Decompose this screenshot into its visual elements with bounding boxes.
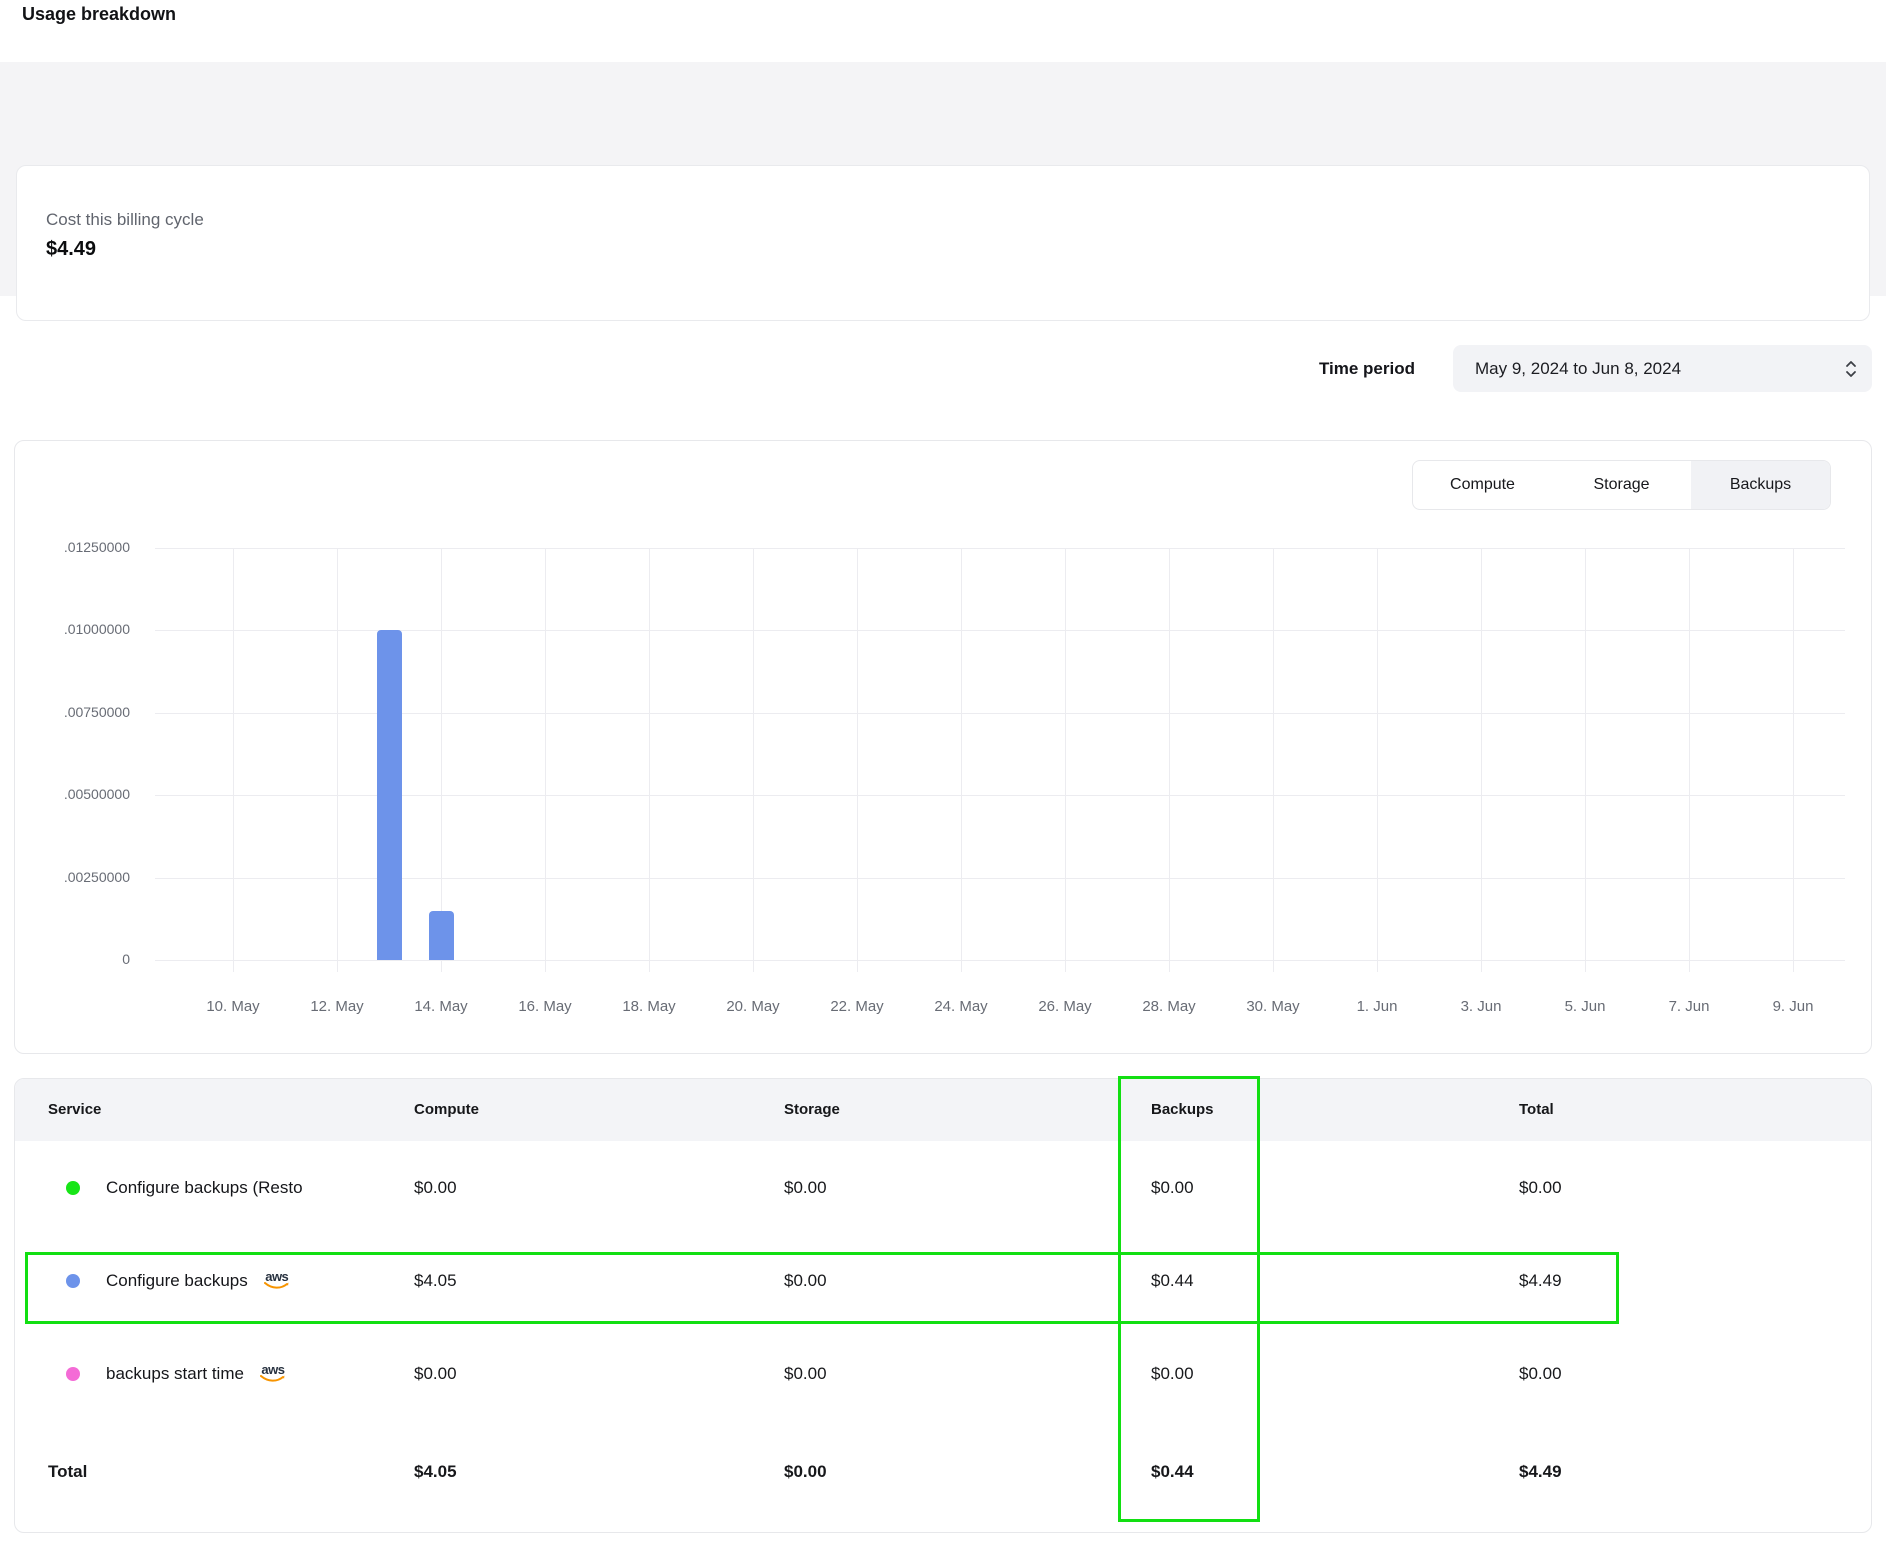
usage-table: Service Compute Storage Backups Total Config… — [14, 1078, 1872, 1533]
gridline-v — [753, 548, 754, 972]
total-total: $4.49 — [1519, 1420, 1562, 1532]
page-title: Usage breakdown — [22, 4, 176, 25]
gridline-v — [1481, 548, 1482, 972]
x-axis-tick-label: 12. May — [292, 998, 382, 1015]
x-axis-tick-label: 7. Jun — [1644, 998, 1734, 1015]
cost-cycle-label: Cost this billing cycle — [46, 210, 204, 230]
y-axis-tick-label: .01250000 — [20, 539, 130, 555]
gridline-v — [961, 548, 962, 972]
column-header-compute: Compute — [414, 1079, 479, 1141]
total-label: Total — [48, 1420, 87, 1532]
chart-bar — [377, 630, 402, 960]
aws-icon: aws — [264, 1271, 290, 1290]
gridline-v — [1169, 548, 1170, 972]
chevron-up-down-icon — [1844, 359, 1858, 379]
cell-total: $0.00 — [1519, 1327, 1562, 1420]
total-storage: $0.00 — [784, 1420, 827, 1532]
x-axis-tick-label: 9. Jun — [1748, 998, 1838, 1015]
x-axis-tick-label: 30. May — [1228, 998, 1318, 1015]
cost-cycle-value: $4.49 — [46, 238, 96, 261]
service-dot-icon — [66, 1274, 80, 1288]
gridline-v — [337, 548, 338, 972]
x-axis-tick-label: 24. May — [916, 998, 1006, 1015]
gridline-v — [1689, 548, 1690, 972]
table-total-row: Total $4.05 $0.00 $0.44 $4.49 — [15, 1420, 1871, 1532]
cell-backups: $0.00 — [1151, 1327, 1194, 1420]
chart-tabs: ComputeStorageBackups — [1412, 460, 1831, 510]
x-axis-tick-label: 20. May — [708, 998, 798, 1015]
gridline-v — [1377, 548, 1378, 972]
column-header-service: Service — [48, 1079, 101, 1141]
gridline-h — [155, 878, 1845, 879]
service-dot-icon — [66, 1367, 80, 1381]
gridline-v — [1585, 548, 1586, 972]
service-name: Configure backups — [106, 1271, 248, 1291]
x-axis-tick-label: 16. May — [500, 998, 590, 1015]
usage-chart-card — [14, 440, 1872, 1054]
cost-card: Cost this billing cycle $4.49 — [16, 165, 1870, 321]
service-name: Configure backups (Resto — [106, 1178, 303, 1198]
cell-backups: $0.00 — [1151, 1141, 1194, 1234]
cell-compute: $4.05 — [414, 1234, 457, 1327]
y-axis-tick-label: .00250000 — [20, 869, 130, 885]
tab-backups[interactable]: Backups — [1691, 461, 1830, 509]
column-header-storage: Storage — [784, 1079, 840, 1141]
cell-total: $4.49 — [1519, 1234, 1562, 1327]
gridline-h — [155, 960, 1845, 961]
service-cell: backups start time aws — [66, 1327, 286, 1420]
gridline-v — [441, 548, 442, 972]
x-axis-tick-label: 26. May — [1020, 998, 1110, 1015]
gridline-v — [857, 548, 858, 972]
chart-bar — [429, 911, 454, 960]
column-header-backups: Backups — [1151, 1079, 1214, 1141]
cell-compute: $0.00 — [414, 1327, 457, 1420]
gridline-v — [233, 548, 234, 972]
y-axis-tick-label: 0 — [20, 951, 130, 967]
time-period-select[interactable]: May 9, 2024 to Jun 8, 2024 — [1453, 345, 1872, 392]
cell-storage: $0.00 — [784, 1234, 827, 1327]
y-axis-tick-label: .00750000 — [20, 704, 130, 720]
x-axis-tick-label: 10. May — [188, 998, 278, 1015]
total-compute: $4.05 — [414, 1420, 457, 1532]
y-axis-tick-label: .00500000 — [20, 786, 130, 802]
service-name: backups start time — [106, 1364, 244, 1384]
x-axis-tick-label: 1. Jun — [1332, 998, 1422, 1015]
table-row: backups start time aws $0.00 $0.00 $0.00 $0.0… — [15, 1327, 1871, 1420]
total-backups: $0.44 — [1151, 1420, 1194, 1532]
summary-band: Cost this billing cycle $4.49 — [0, 62, 1886, 296]
table-header-row: Service Compute Storage Backups Total — [15, 1079, 1871, 1141]
time-period-label: Time period — [1285, 359, 1415, 379]
x-axis-tick-label: 28. May — [1124, 998, 1214, 1015]
cell-total: $0.00 — [1519, 1141, 1562, 1234]
table-row: Configure backups (Resto $0.00 $0.00 $0.00 $… — [15, 1141, 1871, 1234]
x-axis-tick-label: 14. May — [396, 998, 486, 1015]
gridline-v — [649, 548, 650, 972]
gridline-h — [155, 713, 1845, 714]
gridline-v — [1273, 548, 1274, 972]
aws-icon: aws — [260, 1364, 286, 1383]
x-axis-tick-label: 22. May — [812, 998, 902, 1015]
y-axis-tick-label: .01000000 — [20, 621, 130, 637]
gridline-v — [545, 548, 546, 972]
tab-storage[interactable]: Storage — [1552, 461, 1691, 509]
service-cell: Configure backups (Resto — [66, 1141, 303, 1234]
time-period-value: May 9, 2024 to Jun 8, 2024 — [1475, 359, 1681, 379]
gridline-h — [155, 795, 1845, 796]
x-axis-tick-label: 18. May — [604, 998, 694, 1015]
cell-compute: $0.00 — [414, 1141, 457, 1234]
tab-compute[interactable]: Compute — [1413, 461, 1552, 509]
gridline-v — [1793, 548, 1794, 972]
x-axis-tick-label: 5. Jun — [1540, 998, 1630, 1015]
table-row: Configure backups aws $4.05 $0.00 $0.44 $4.49 — [15, 1234, 1871, 1327]
service-cell: Configure backups aws — [66, 1234, 290, 1327]
gridline-h — [155, 548, 1845, 549]
x-axis-tick-label: 3. Jun — [1436, 998, 1526, 1015]
service-dot-icon — [66, 1181, 80, 1195]
cell-storage: $0.00 — [784, 1141, 827, 1234]
gridline-h — [155, 630, 1845, 631]
cell-backups: $0.44 — [1151, 1234, 1194, 1327]
gridline-v — [1065, 548, 1066, 972]
cell-storage: $0.00 — [784, 1327, 827, 1420]
column-header-total: Total — [1519, 1079, 1554, 1141]
